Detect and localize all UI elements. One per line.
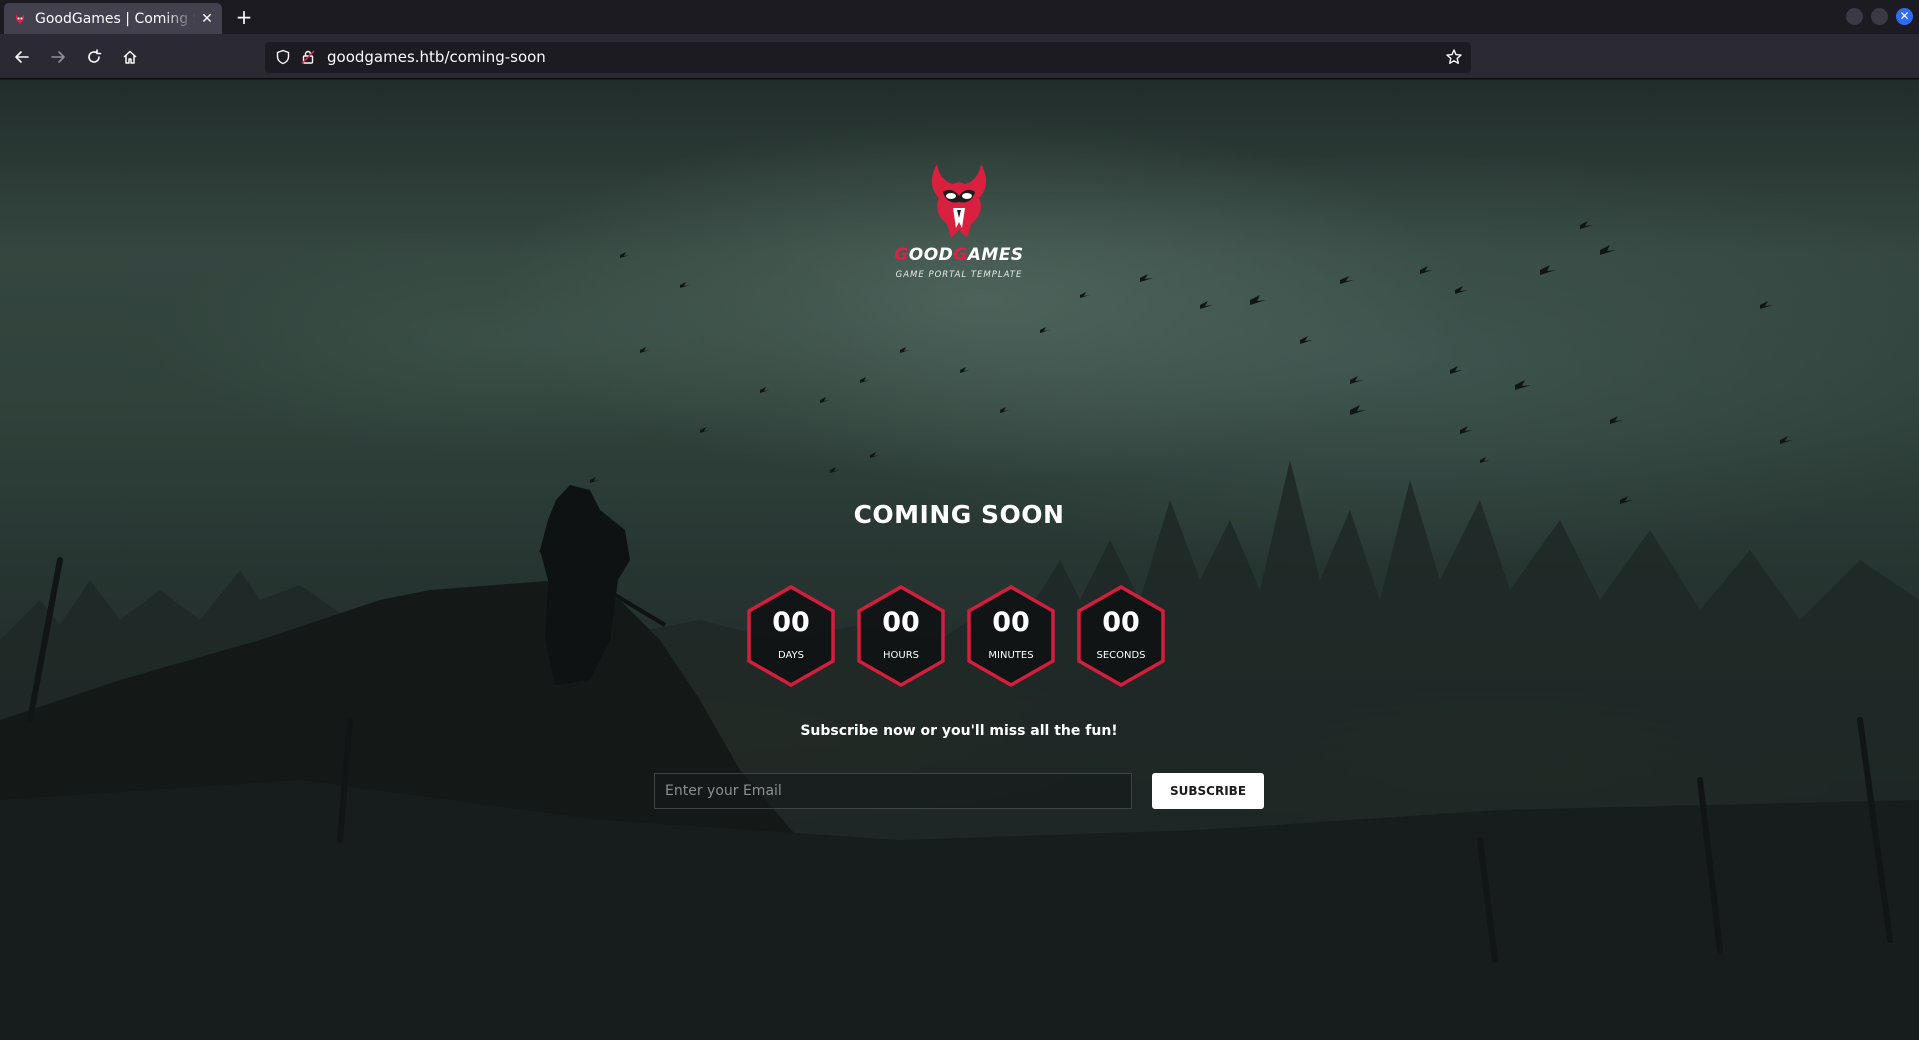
countdown-minutes: 00 MINUTES <box>965 584 1057 688</box>
page-title: COMING SOON <box>853 500 1065 529</box>
goodgames-logo <box>931 164 987 238</box>
minutes-value: 00 <box>992 607 1030 638</box>
reload-button[interactable] <box>82 45 106 69</box>
url-text[interactable]: goodgames.htb/coming-soon <box>327 48 546 66</box>
shield-icon[interactable] <box>275 49 291 65</box>
new-tab-button[interactable]: + <box>232 6 256 30</box>
navigation-bar: goodgames.htb/coming-soon <box>0 34 1919 79</box>
email-input[interactable] <box>654 773 1132 809</box>
star-icon[interactable] <box>1445 48 1463 66</box>
brand-name: GOODGAMES <box>894 245 1024 265</box>
countdown-seconds: 00 SECONDS <box>1075 584 1167 688</box>
home-icon <box>123 50 137 64</box>
countdown-days: 00 DAYS <box>745 584 837 688</box>
seconds-label: SECONDS <box>1096 650 1146 661</box>
subscribe-prompt: Subscribe now or you'll miss all the fun… <box>800 723 1118 739</box>
home-button[interactable] <box>118 45 142 69</box>
arrow-right-icon <box>51 51 65 63</box>
minutes-label: MINUTES <box>988 650 1034 661</box>
seconds-value: 00 <box>1102 607 1140 638</box>
tab-bar: GoodGames | Coming Soon ✕ + ✕ <box>0 0 1919 34</box>
coming-soon-page: GOODGAMES GAME PORTAL TEMPLATE COMING SO… <box>0 80 1919 1040</box>
reload-icon <box>88 49 102 63</box>
arrow-left-icon <box>15 51 29 63</box>
close-icon[interactable]: ✕ <box>200 11 214 27</box>
url-bar[interactable]: goodgames.htb/coming-soon <box>265 42 1471 73</box>
minimize-button[interactable] <box>1846 8 1863 25</box>
maximize-button[interactable] <box>1871 8 1888 25</box>
lock-icon[interactable] <box>300 49 316 65</box>
days-value: 00 <box>772 607 810 638</box>
hours-label: HOURS <box>882 650 919 661</box>
countdown-hours: 00 HOURS <box>855 584 947 688</box>
browser-tab-active[interactable]: GoodGames | Coming Soon ✕ <box>4 3 222 34</box>
window-close-button[interactable]: ✕ <box>1896 8 1913 25</box>
back-button[interactable] <box>10 45 34 69</box>
goodgames-favicon-icon <box>14 13 26 25</box>
subscribe-button[interactable]: SUBSCRIBE <box>1152 773 1264 809</box>
hours-value: 00 <box>882 607 920 638</box>
days-label: DAYS <box>777 650 805 661</box>
window-controls: ✕ <box>1846 8 1919 25</box>
tab-title: GoodGames | Coming Soon <box>35 10 196 27</box>
forward-button[interactable] <box>46 45 70 69</box>
brand-tagline: GAME PORTAL TEMPLATE <box>895 270 1023 280</box>
countdown-timer: 00 DAYS 00 HOURS 00 MINUTES 00 SECONDS <box>745 584 1175 688</box>
